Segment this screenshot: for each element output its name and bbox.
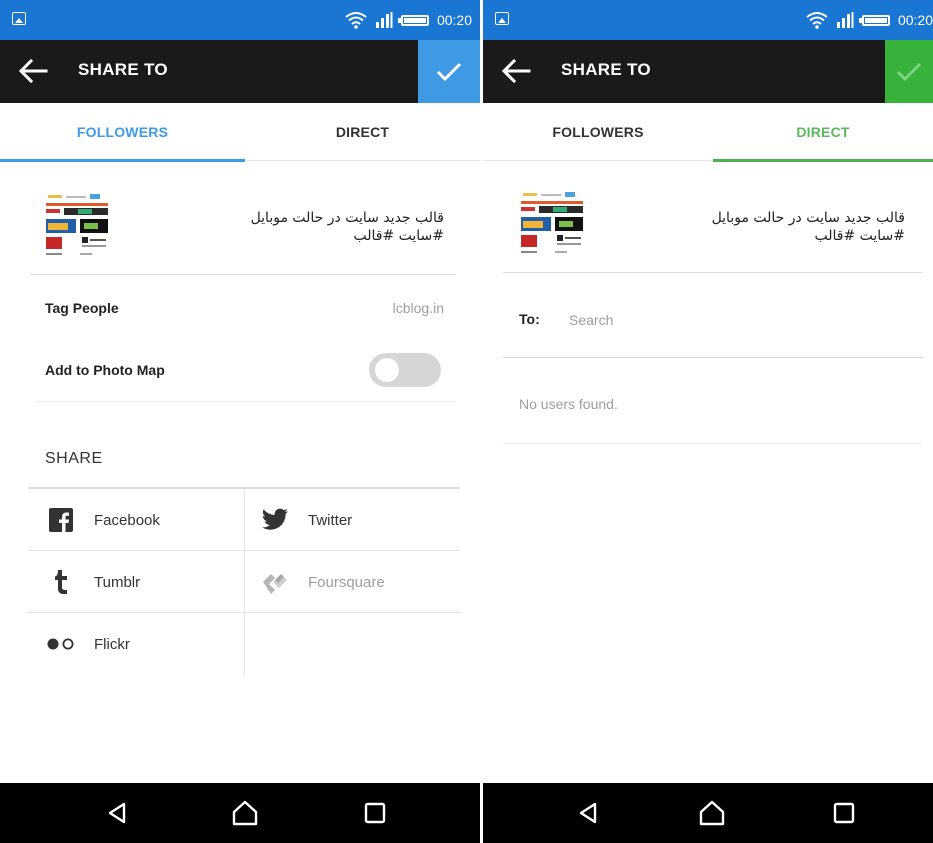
status-time: 00:20 <box>436 12 472 28</box>
system-nav-bar <box>483 783 933 843</box>
status-indicators: 00:20 <box>806 10 933 30</box>
action-bar: SHARE TO <box>483 40 933 103</box>
share-option-facebook[interactable]: Facebook <box>46 489 244 551</box>
action-bar: SHARE TO <box>0 40 480 103</box>
square-recents-icon <box>833 802 855 824</box>
post-thumbnail <box>44 193 110 259</box>
nav-home-button[interactable] <box>697 799 727 827</box>
recipient-search-input[interactable] <box>569 309 909 331</box>
tab-followers-label: FOLLOWERS <box>76 124 169 140</box>
post-caption: قالب جدید سایت در حالت موبایل #سایت #قال… <box>144 209 444 245</box>
status-bar: 00:20 <box>0 0 480 40</box>
battery-icon <box>397 14 429 26</box>
share-option-foursquare[interactable]: Foursquare <box>260 551 458 613</box>
triangle-back-icon <box>108 802 126 824</box>
foursquare-icon <box>260 567 290 597</box>
page-title: SHARE TO <box>561 60 651 79</box>
share-option-twitter[interactable]: Twitter <box>260 489 458 551</box>
post-thumbnail-image <box>44 193 110 259</box>
photo-map-label: Add to Photo Map <box>45 362 165 378</box>
status-time: 00:20 <box>897 12 933 28</box>
nav-home-button[interactable] <box>230 799 260 827</box>
back-arrow-icon[interactable] <box>18 58 48 84</box>
share-option-label: Facebook <box>94 511 160 529</box>
share-option-label: Foursquare <box>308 573 385 591</box>
home-icon <box>699 800 725 826</box>
nav-recents-button[interactable] <box>360 799 390 827</box>
share-option-flickr[interactable]: Flickr <box>46 613 244 675</box>
caption-line-1: قالب جدید سایت در حالت موبایل <box>711 210 905 226</box>
divider <box>30 274 456 275</box>
caption-line-2: #سایت #قالب <box>353 228 444 244</box>
image-notification-icon <box>495 12 509 25</box>
active-tab-indicator <box>713 159 933 162</box>
tag-people-label[interactable]: Tag People <box>45 300 119 316</box>
grid-divider <box>244 489 245 675</box>
share-screen-direct: 00:20 SHARE TO FOLLOWERS DIRECT قالب جدی… <box>483 0 933 843</box>
screens: 00:20 SHARE TO FOLLOWERS DIRECT قالب جدی… <box>0 0 933 843</box>
share-heading: SHARE <box>45 450 103 467</box>
share-tabs: FOLLOWERS DIRECT <box>0 103 480 162</box>
share-option-label: Tumblr <box>94 573 141 591</box>
share-confirm-button[interactable] <box>885 40 933 103</box>
image-notification-icon <box>12 12 26 25</box>
facebook-icon <box>46 505 76 535</box>
divider <box>503 357 923 358</box>
share-option-label: Twitter <box>308 511 353 529</box>
active-tab-indicator <box>0 159 245 162</box>
page-title: SHARE TO <box>78 60 168 79</box>
post-thumbnail <box>519 191 585 257</box>
status-indicators: 00:20 <box>345 10 472 30</box>
status-bar: 00:20 <box>483 0 933 40</box>
post-thumbnail-image <box>519 191 585 257</box>
triangle-back-icon <box>579 802 597 824</box>
twitter-icon <box>260 505 290 535</box>
battery-icon <box>858 14 890 26</box>
tab-direct-label: DIRECT <box>796 124 850 140</box>
checkmark-icon <box>436 62 462 81</box>
to-label: To: <box>519 311 540 327</box>
square-recents-icon <box>364 802 386 824</box>
home-icon <box>232 800 258 826</box>
share-confirm-button[interactable] <box>418 40 480 103</box>
post-caption: قالب جدید سایت در حالت موبایل #سایت #قال… <box>605 209 905 245</box>
no-users-message: No users found. <box>519 396 618 412</box>
divider <box>503 443 923 444</box>
share-screen-followers: 00:20 SHARE TO FOLLOWERS DIRECT قالب جدی… <box>0 0 480 843</box>
divider <box>503 272 923 273</box>
share-option-tumblr[interactable]: Tumblr <box>46 551 244 613</box>
caption-line-2: #سایت #قالب <box>814 228 905 244</box>
tumblr-icon <box>46 567 76 597</box>
tab-followers[interactable]: FOLLOWERS <box>483 103 713 161</box>
tab-direct-label: DIRECT <box>335 124 390 140</box>
tab-followers-label: FOLLOWERS <box>552 124 644 140</box>
tab-direct[interactable]: DIRECT <box>713 103 933 162</box>
checkmark-icon <box>896 62 922 81</box>
back-arrow-icon[interactable] <box>501 58 531 84</box>
tag-people-value: lcblog.in <box>392 300 444 316</box>
toggle-knob <box>375 358 399 382</box>
divider <box>36 401 456 402</box>
system-nav-bar <box>0 783 480 843</box>
caption-line-1: قالب جدید سایت در حالت موبایل <box>250 210 444 226</box>
photo-map-toggle[interactable] <box>365 347 445 393</box>
nav-recents-button[interactable] <box>829 799 859 827</box>
share-options-grid: Facebook Twitter Tumblr Foursquare Flick… <box>28 487 460 675</box>
tab-followers[interactable]: FOLLOWERS <box>0 103 245 162</box>
share-option-label: Flickr <box>94 635 130 653</box>
nav-back-button[interactable] <box>573 799 603 827</box>
flickr-icon <box>46 629 76 659</box>
tab-direct[interactable]: DIRECT <box>245 103 480 161</box>
wifi-icon <box>806 12 828 29</box>
wifi-icon <box>345 12 367 29</box>
signal-icon <box>836 12 854 28</box>
nav-back-button[interactable] <box>102 799 132 827</box>
share-tabs: FOLLOWERS DIRECT <box>483 103 933 162</box>
signal-icon <box>375 12 393 28</box>
